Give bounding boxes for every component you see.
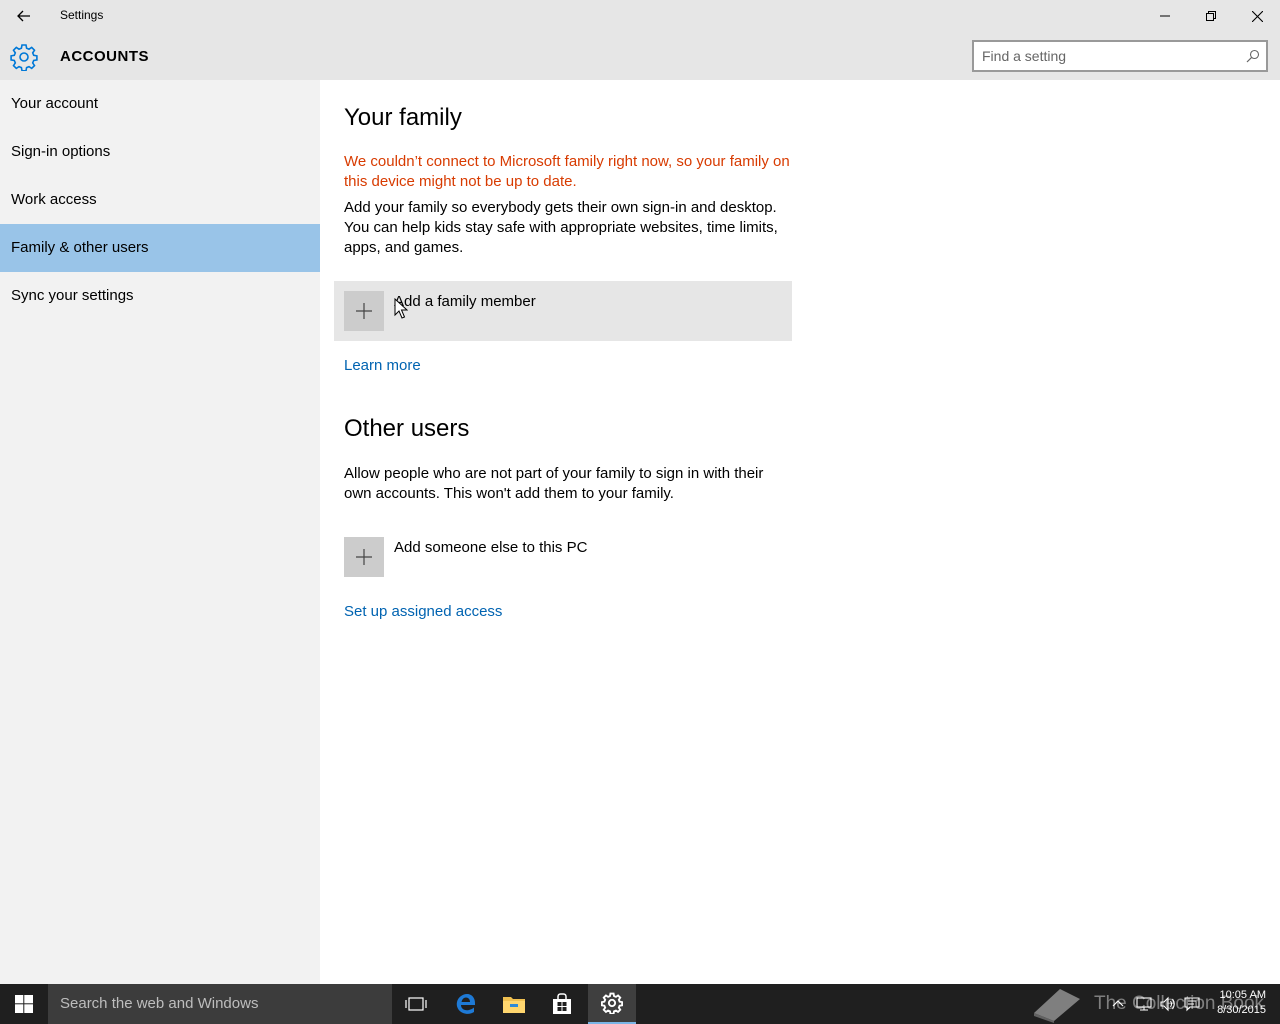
page-title: ACCOUNTS xyxy=(60,48,149,65)
task-view-button[interactable] xyxy=(392,984,440,1024)
arrow-left-icon xyxy=(17,10,30,22)
restore-icon xyxy=(1206,11,1216,21)
gear-icon xyxy=(10,44,38,71)
mouse-cursor-icon xyxy=(394,298,408,319)
file-explorer-button[interactable] xyxy=(490,984,538,1024)
settings-taskbar-button[interactable] xyxy=(588,984,636,1024)
network-icon[interactable] xyxy=(1136,996,1152,1012)
minimize-button[interactable] xyxy=(1142,0,1188,32)
windows-logo-icon xyxy=(15,995,33,1013)
store-bag-icon xyxy=(553,993,571,1014)
chevron-up-icon[interactable] xyxy=(1112,998,1124,1010)
taskbar-clock[interactable]: 10:05 AM 8/30/2015 xyxy=(1217,988,1266,1018)
other-users-description: Allow people who are not part of your fa… xyxy=(344,465,764,502)
sidebar-item-sync-settings[interactable]: Sync your settings xyxy=(0,272,320,320)
plus-icon xyxy=(344,291,384,331)
search-input[interactable] xyxy=(982,47,1232,65)
clock-date: 8/30/2015 xyxy=(1217,1004,1266,1016)
volume-icon[interactable] xyxy=(1160,996,1176,1012)
store-button[interactable] xyxy=(538,984,586,1024)
edge-browser-icon xyxy=(456,994,475,1014)
gear-icon xyxy=(601,992,623,1014)
title-bar: Settings xyxy=(0,0,1280,32)
learn-more-link[interactable]: Learn more xyxy=(344,357,421,374)
add-family-member-label: Add a family member xyxy=(394,293,536,310)
main-content: Your family We couldn’t connect to Micro… xyxy=(320,80,1280,984)
book-logo-icon xyxy=(1034,989,1080,1023)
sidebar: Your account Sign-in options Work access… xyxy=(0,80,320,984)
taskbar-search-placeholder: Search the web and Windows xyxy=(60,995,259,1012)
taskbar-search-box[interactable]: Search the web and Windows xyxy=(48,984,392,1024)
minimize-icon xyxy=(1160,15,1170,17)
task-view-icon xyxy=(405,997,427,1011)
close-button[interactable] xyxy=(1234,0,1280,32)
page-header: ACCOUNTS xyxy=(0,32,1280,80)
sidebar-item-work-access[interactable]: Work access xyxy=(0,176,320,224)
sidebar-item-your-account[interactable]: Your account xyxy=(0,80,320,128)
taskbar: Search the web and Windows The Collectio… xyxy=(0,984,1280,1024)
add-someone-else-label: Add someone else to this PC xyxy=(394,539,588,556)
restore-button[interactable] xyxy=(1188,0,1234,32)
action-center-icon[interactable] xyxy=(1184,996,1200,1012)
your-family-heading: Your family xyxy=(344,104,462,131)
back-button[interactable] xyxy=(8,4,40,28)
plus-icon xyxy=(344,537,384,577)
assigned-access-link[interactable]: Set up assigned access xyxy=(344,603,502,620)
sidebar-item-sign-in-options[interactable]: Sign-in options xyxy=(0,128,320,176)
sidebar-item-family-other-users[interactable]: Family & other users xyxy=(0,224,320,272)
clock-time: 10:05 AM xyxy=(1219,989,1266,1001)
add-someone-else-button[interactable]: Add someone else to this PC xyxy=(334,527,792,587)
family-connection-warning: We couldn’t connect to Microsoft family … xyxy=(344,153,790,190)
close-icon xyxy=(1251,10,1263,22)
start-button[interactable] xyxy=(0,984,48,1024)
other-users-heading: Other users xyxy=(344,415,470,442)
edge-button[interactable] xyxy=(442,984,490,1024)
search-icon[interactable] xyxy=(1246,49,1260,63)
window-title: Settings xyxy=(60,8,104,22)
family-description: Add your family so everybody gets their … xyxy=(344,199,778,256)
folder-icon xyxy=(503,997,525,1013)
find-setting-search[interactable] xyxy=(972,40,1268,72)
